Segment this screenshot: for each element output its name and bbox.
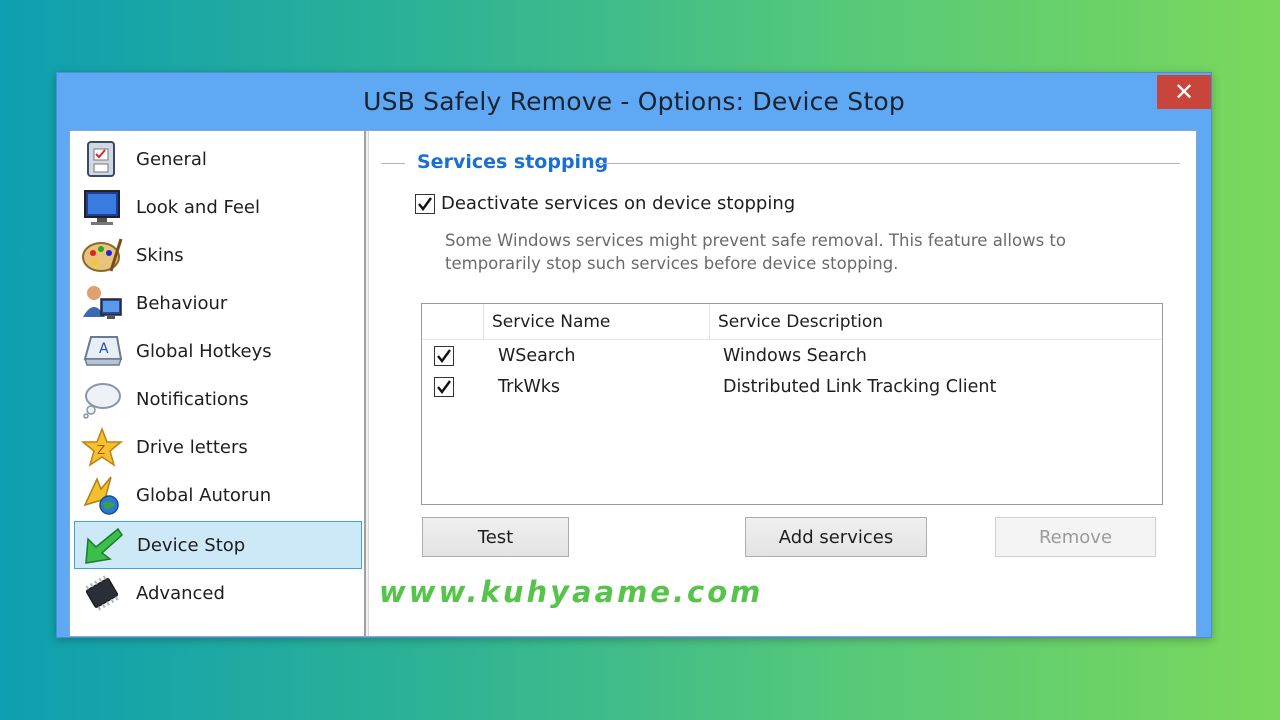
title-bar[interactable]: USB Safely Remove - Options: Device Stop — [57, 73, 1211, 129]
window-client-area: General Look and Feel Skins Behaviour A … — [69, 130, 1197, 637]
options-window: USB Safely Remove - Options: Device Stop… — [56, 72, 1212, 638]
group-divider — [597, 163, 1180, 164]
sidebar-item-label: Global Autorun — [136, 484, 272, 506]
table-row[interactable]: TrkWks Distributed Link Tracking Client — [422, 371, 1162, 402]
table-row[interactable]: WSearch Windows Search — [422, 340, 1162, 371]
sidebar-item-label: Behaviour — [136, 292, 228, 314]
device-stop-panel: Services stopping Deactivate services on… — [368, 131, 1196, 636]
column-header-service-name[interactable]: Service Name — [484, 304, 710, 340]
sidebar-item-label: Drive letters — [136, 436, 248, 458]
checkmark-icon — [418, 196, 432, 211]
svg-text:A: A — [99, 341, 109, 357]
remove-button[interactable]: Remove — [995, 517, 1156, 557]
sidebar-item-global-autorun[interactable]: Global Autorun — [74, 471, 362, 519]
sidebar-item-general[interactable]: General — [74, 135, 362, 183]
user-computer-icon — [80, 281, 124, 325]
deactivate-services-label: Deactivate services on device stopping — [441, 193, 796, 214]
add-services-button[interactable]: Add services — [745, 517, 927, 557]
services-table[interactable]: Service Name Service Description WSearch… — [421, 303, 1163, 505]
window-title: USB Safely Remove - Options: Device Stop — [363, 86, 905, 116]
sidebar-item-global-hotkeys[interactable]: A Global Hotkeys — [74, 327, 362, 375]
clipboard-icon — [80, 137, 124, 181]
sidebar-item-label: Global Hotkeys — [136, 340, 272, 362]
monitor-icon — [80, 185, 124, 229]
sidebar-item-notifications[interactable]: Notifications — [74, 375, 362, 423]
sidebar-item-look-and-feel[interactable]: Look and Feel — [74, 183, 362, 231]
group-divider — [381, 163, 405, 164]
checkmark-icon — [437, 379, 451, 394]
sidebar-item-label: Device Stop — [137, 534, 246, 556]
sidebar-item-behaviour[interactable]: Behaviour — [74, 279, 362, 327]
service-name-cell: WSearch — [498, 345, 576, 366]
column-header-check — [422, 304, 484, 340]
column-header-service-description[interactable]: Service Description — [710, 304, 1162, 340]
feature-description: Some Windows services might prevent safe… — [445, 231, 1066, 273]
service-description-cell: Windows Search — [723, 345, 867, 366]
close-icon: ✕ — [1173, 78, 1195, 106]
sidebar-item-device-stop[interactable]: Device Stop — [74, 521, 362, 569]
row-checkbox[interactable] — [434, 345, 454, 366]
service-name-cell: TrkWks — [498, 376, 561, 397]
sidebar-item-skins[interactable]: Skins — [74, 231, 362, 279]
group-title: Services stopping — [417, 151, 609, 173]
sidebar-item-advanced[interactable]: Advanced — [74, 569, 362, 617]
sidebar-item-label: General — [136, 148, 207, 170]
test-button[interactable]: Test — [422, 517, 569, 557]
chip-icon — [80, 571, 124, 615]
options-sidebar: General Look and Feel Skins Behaviour A … — [70, 131, 366, 636]
watermark-text: www.kuhyaame.com — [379, 575, 764, 609]
sidebar-item-label: Advanced — [136, 582, 225, 604]
checkmark-icon — [437, 348, 451, 363]
cloud-bubble-icon — [80, 377, 124, 421]
service-description-cell: Distributed Link Tracking Client — [723, 376, 997, 397]
palette-icon — [80, 233, 124, 277]
deactivate-services-checkbox[interactable] — [415, 193, 435, 214]
sidebar-item-drive-letters[interactable]: Z Drive letters — [74, 423, 362, 471]
sidebar-item-label: Notifications — [136, 388, 249, 410]
keyboard-key-icon: A — [80, 329, 124, 373]
sidebar-item-label: Look and Feel — [136, 196, 260, 218]
table-header: Service Name Service Description — [422, 304, 1162, 340]
row-checkbox[interactable] — [434, 376, 454, 397]
deactivate-services-checkbox-row[interactable]: Deactivate services on device stopping — [415, 193, 795, 214]
star-icon: Z — [80, 425, 124, 469]
green-arrow-icon — [81, 523, 125, 567]
autorun-globe-icon — [80, 473, 124, 517]
close-button[interactable]: ✕ — [1157, 75, 1211, 109]
svg-text:Z: Z — [97, 443, 105, 457]
sidebar-item-label: Skins — [136, 244, 184, 266]
